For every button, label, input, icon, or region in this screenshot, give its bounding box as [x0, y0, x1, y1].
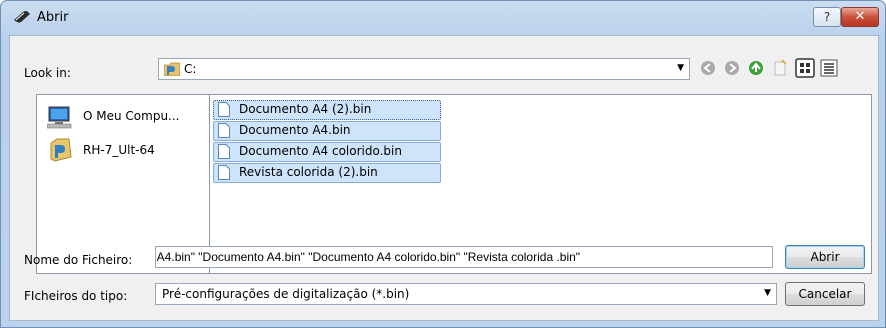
back-icon[interactable] [698, 58, 718, 78]
file-type-dropdown[interactable]: Pré-configurações de digitalização (*.bi… [155, 283, 777, 305]
open-dialog: Abrir ? ✕ Look in: C: ▼ O Meu Compu... R… [0, 0, 886, 328]
forward-icon[interactable] [722, 58, 742, 78]
close-button[interactable]: ✕ [841, 7, 879, 27]
file-name-value: to A4.bin" "Documento A4.bin" "Documento… [155, 250, 581, 264]
file-icon [218, 165, 230, 180]
place-item-user-folder[interactable]: RH-7_Ult-64 [47, 137, 207, 165]
file-icon [218, 123, 230, 138]
file-type-value: Pré-configurações de digitalização (*.bi… [162, 287, 410, 301]
look-in-dropdown[interactable]: C: ▼ [158, 58, 690, 80]
details-view-icon[interactable] [819, 58, 839, 78]
open-button[interactable]: Abrir [785, 245, 865, 269]
computer-icon [47, 106, 72, 129]
drive-folder-icon [164, 62, 180, 76]
file-name-input[interactable]: to A4.bin" "Documento A4.bin" "Documento… [155, 246, 773, 268]
file-item[interactable]: Documento A4.bin [213, 121, 441, 141]
window-title: Abrir [37, 10, 69, 25]
file-label: Documento A4 (2).bin [239, 102, 372, 116]
chevron-down-icon[interactable]: ▼ [764, 288, 771, 298]
file-type-label: FIcheiros do tipo: [24, 289, 128, 303]
up-folder-icon[interactable] [746, 58, 766, 78]
title-bar[interactable]: Abrir ? ✕ [1, 1, 885, 35]
place-item-my-computer[interactable]: O Meu Compu... [47, 103, 207, 131]
file-label: Revista colorida (2).bin [239, 165, 378, 179]
file-name-label: Nome do Ficheiro: [24, 253, 133, 267]
help-button[interactable]: ? [813, 7, 841, 27]
file-label: Documento A4 colorido.bin [239, 144, 402, 158]
file-icon [218, 102, 230, 117]
place-label-user: RH-7_Ult-64 [83, 143, 155, 157]
file-icon [218, 144, 230, 159]
file-item[interactable]: Documento A4 (2).bin [213, 100, 441, 120]
file-item[interactable]: Documento A4 colorido.bin [213, 142, 441, 162]
chevron-down-icon[interactable]: ▼ [677, 63, 684, 73]
new-folder-icon[interactable] [770, 58, 790, 78]
scanner-app-icon [14, 11, 30, 23]
list-view-icon[interactable] [795, 58, 815, 78]
dialog-body: Look in: C: ▼ O Meu Compu... RH-7_Ult-64… [9, 35, 879, 321]
look-in-label: Look in: [24, 66, 71, 80]
user-folder-icon [50, 138, 72, 162]
look-in-value: C: [184, 62, 197, 76]
place-label-computer: O Meu Compu... [83, 109, 180, 123]
cancel-button[interactable]: Cancelar [785, 282, 865, 306]
file-item[interactable]: Revista colorida (2).bin [213, 163, 441, 183]
file-label: Documento A4.bin [239, 123, 351, 137]
